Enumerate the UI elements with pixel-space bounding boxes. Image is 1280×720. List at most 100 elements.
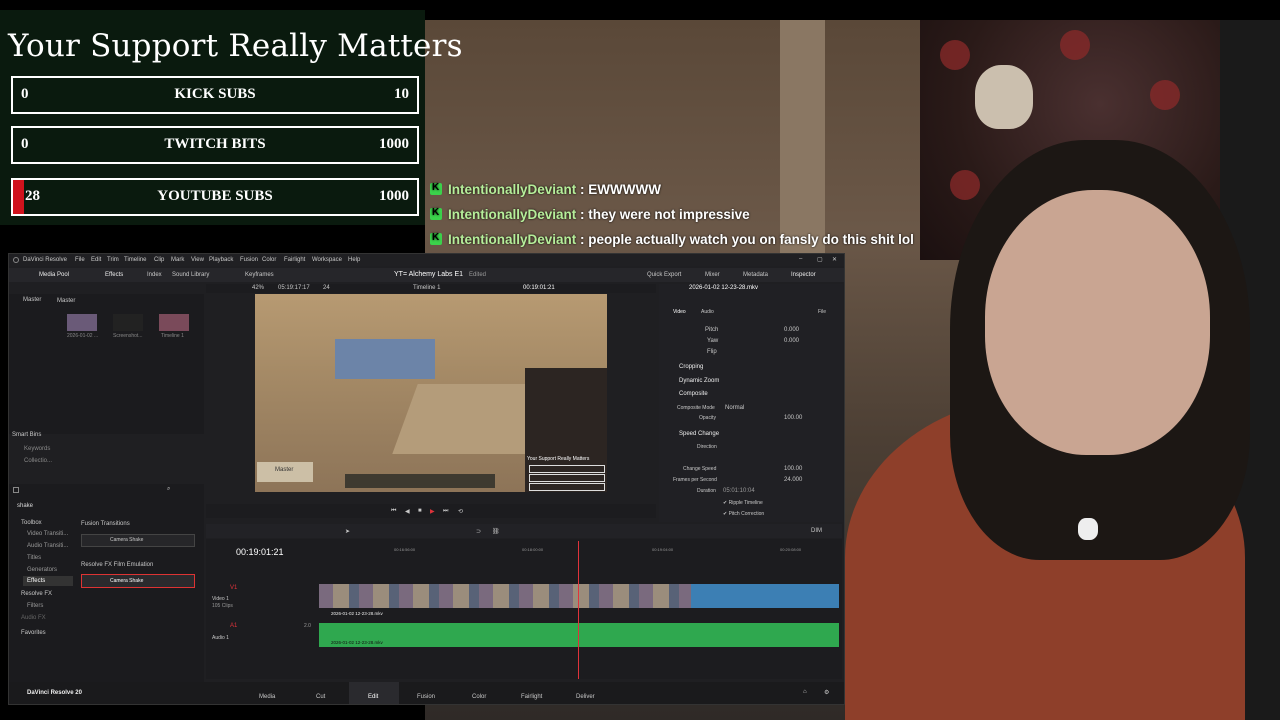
inspector-clip-name: 2026-01-02 12-23-28.mkv bbox=[689, 285, 759, 291]
pitch-correction-checkbox[interactable]: ✔ Pitch Correction bbox=[723, 511, 764, 517]
maximize-icon[interactable]: ▢ bbox=[817, 256, 823, 263]
section-cropping[interactable]: Cropping bbox=[679, 364, 703, 370]
viewer-zoom[interactable]: 42% bbox=[252, 285, 264, 291]
composite-mode-select[interactable]: Normal bbox=[725, 405, 744, 411]
ripple-timeline-checkbox[interactable]: ✔ Ripple Timeline bbox=[723, 500, 763, 506]
sound-library-button[interactable]: Sound Library bbox=[172, 272, 209, 278]
minimize-icon[interactable]: – bbox=[799, 256, 802, 262]
game-bed bbox=[335, 339, 435, 379]
menu-file[interactable]: File bbox=[75, 257, 85, 263]
menu-fairlight[interactable]: Fairlight bbox=[284, 257, 305, 263]
tree-audio-fx[interactable]: Audio FX bbox=[21, 615, 46, 621]
page-edit[interactable]: Edit bbox=[368, 694, 378, 700]
menu-timeline[interactable]: Timeline bbox=[124, 257, 146, 263]
change-speed-value[interactable]: 100.00 bbox=[784, 466, 802, 472]
page-fairlight[interactable]: Fairlight bbox=[521, 694, 542, 700]
timeline-toolbar: ➤ ⊃ ⛓ DIM bbox=[206, 524, 842, 538]
page-deliver[interactable]: Deliver bbox=[576, 694, 595, 700]
viewer-timeline-name[interactable]: Timeline 1 bbox=[413, 285, 440, 291]
media-pool-button[interactable]: Media Pool bbox=[39, 272, 69, 278]
section-speed-change[interactable]: Speed Change bbox=[679, 431, 719, 437]
menu-view[interactable]: View bbox=[191, 257, 204, 263]
pitch-value[interactable]: 0.000 bbox=[784, 327, 799, 333]
menu-workspace[interactable]: Workspace bbox=[312, 257, 342, 263]
audio-clip-block[interactable] bbox=[319, 623, 839, 647]
duration-value: 05:01:10:04 bbox=[723, 488, 755, 494]
page-color[interactable]: Color bbox=[472, 694, 486, 700]
menu-fusion[interactable]: Fusion bbox=[240, 257, 258, 263]
menu-edit[interactable]: Edit bbox=[91, 257, 101, 263]
prev-clip-icon[interactable]: ⏮ bbox=[391, 508, 396, 515]
goal-kick-subs: 0 KICK SUBS 10 bbox=[11, 76, 419, 114]
gear-icon[interactable]: ⚙ bbox=[824, 689, 829, 696]
clip-thumbnail[interactable] bbox=[113, 314, 143, 331]
opacity-value[interactable]: 100.00 bbox=[784, 415, 802, 421]
inspector-tab-file[interactable]: File bbox=[818, 309, 826, 315]
stop-icon[interactable]: ■ bbox=[418, 508, 422, 514]
menu-help[interactable]: Help bbox=[348, 257, 360, 263]
menu-clip[interactable]: Clip bbox=[154, 257, 164, 263]
keyframes-button[interactable]: Keyframes bbox=[245, 272, 274, 278]
menu-playback[interactable]: Playback bbox=[209, 257, 233, 263]
ruler-tick: 00:16:56:00 bbox=[394, 547, 416, 552]
mixer-button[interactable]: Mixer bbox=[705, 272, 720, 278]
tree-effects[interactable]: Effects bbox=[27, 578, 45, 584]
tree-titles[interactable]: Titles bbox=[27, 555, 41, 561]
snapping-icon[interactable]: ⊃ bbox=[476, 528, 481, 535]
play-reverse-icon[interactable]: ◀ bbox=[405, 508, 410, 515]
audio-clip-label: 2026-01-02 12-23-28.mkv bbox=[331, 640, 383, 645]
index-button[interactable]: Index bbox=[147, 272, 162, 278]
menu-app[interactable]: DaVinci Resolve bbox=[23, 257, 67, 263]
tree-resolve-fx[interactable]: Resolve FX bbox=[21, 591, 52, 597]
chat-text: : EWWWWW bbox=[580, 182, 662, 197]
tree-toolbox[interactable]: Toolbox bbox=[21, 520, 42, 526]
yaw-value[interactable]: 0.000 bbox=[784, 338, 799, 344]
page-fusion[interactable]: Fusion bbox=[417, 694, 435, 700]
next-clip-icon[interactable]: ⏭ bbox=[443, 508, 448, 515]
inspector-button[interactable]: Inspector bbox=[791, 272, 816, 278]
page-cut[interactable]: Cut bbox=[316, 694, 325, 700]
tree-audio-transitions[interactable]: Audio Transiti... bbox=[27, 543, 68, 549]
streamer-face bbox=[985, 190, 1210, 455]
menu-trim[interactable]: Trim bbox=[107, 257, 119, 263]
section-dynamic-zoom[interactable]: Dynamic Zoom bbox=[679, 378, 719, 384]
home-icon[interactable]: ⌂ bbox=[803, 689, 807, 695]
effects-button[interactable]: Effects bbox=[105, 272, 123, 278]
metadata-button[interactable]: Metadata bbox=[743, 272, 768, 278]
dim-button[interactable]: DIM bbox=[811, 528, 822, 534]
loop-icon[interactable]: ⟲ bbox=[458, 508, 463, 515]
search-icon[interactable]: ⌕ bbox=[167, 486, 170, 493]
linked-selection-icon[interactable]: ⛓ bbox=[492, 528, 500, 535]
effects-search-input[interactable]: shake bbox=[17, 503, 33, 509]
menu-mark[interactable]: Mark bbox=[171, 257, 184, 263]
pitch-label: Pitch bbox=[705, 327, 719, 333]
inspector-tab-audio[interactable]: Audio bbox=[701, 309, 714, 315]
tree-generators[interactable]: Generators bbox=[27, 567, 57, 573]
effect-item-camera-shake-selected[interactable]: Camera Shake bbox=[81, 574, 195, 588]
close-icon[interactable]: ✕ bbox=[832, 256, 837, 263]
clip-thumbnail[interactable] bbox=[67, 314, 97, 331]
page-media[interactable]: Media bbox=[259, 694, 275, 700]
section-composite[interactable]: Composite bbox=[679, 391, 708, 397]
viewer-canvas[interactable]: Your Support Really Matters Master bbox=[255, 294, 607, 492]
inspector-tab-video[interactable]: Video bbox=[673, 309, 686, 315]
panel-toggle-icon[interactable] bbox=[13, 487, 19, 493]
bin-tab-master[interactable]: Master bbox=[23, 297, 41, 303]
smart-bin-collections[interactable]: Collectio... bbox=[24, 458, 52, 464]
playhead[interactable] bbox=[578, 541, 579, 679]
quick-export-button[interactable]: Quick Export bbox=[647, 272, 681, 278]
smart-bin-keywords[interactable]: Keywords bbox=[24, 446, 50, 452]
fps-value[interactable]: 24.000 bbox=[784, 477, 802, 483]
track-name-video: Video 1 bbox=[212, 596, 229, 602]
tree-video-transitions[interactable]: Video Transiti... bbox=[27, 531, 68, 537]
tree-filters[interactable]: Filters bbox=[27, 603, 43, 609]
selection-tool-icon[interactable]: ➤ bbox=[345, 528, 350, 535]
play-icon[interactable]: ▶ bbox=[430, 508, 435, 515]
track-name-audio: Audio 1 bbox=[212, 635, 229, 641]
effect-item-camera-shake[interactable]: Camera Shake bbox=[81, 534, 195, 547]
ruler-tick: 00:20:08:00 bbox=[780, 547, 802, 552]
tree-favorites[interactable]: Favorites bbox=[21, 630, 46, 636]
video-clip-label: 2026-01-02 12-23-28.mkv bbox=[331, 611, 383, 616]
menu-color[interactable]: Color bbox=[262, 257, 276, 263]
clip-thumbnail[interactable] bbox=[159, 314, 189, 331]
